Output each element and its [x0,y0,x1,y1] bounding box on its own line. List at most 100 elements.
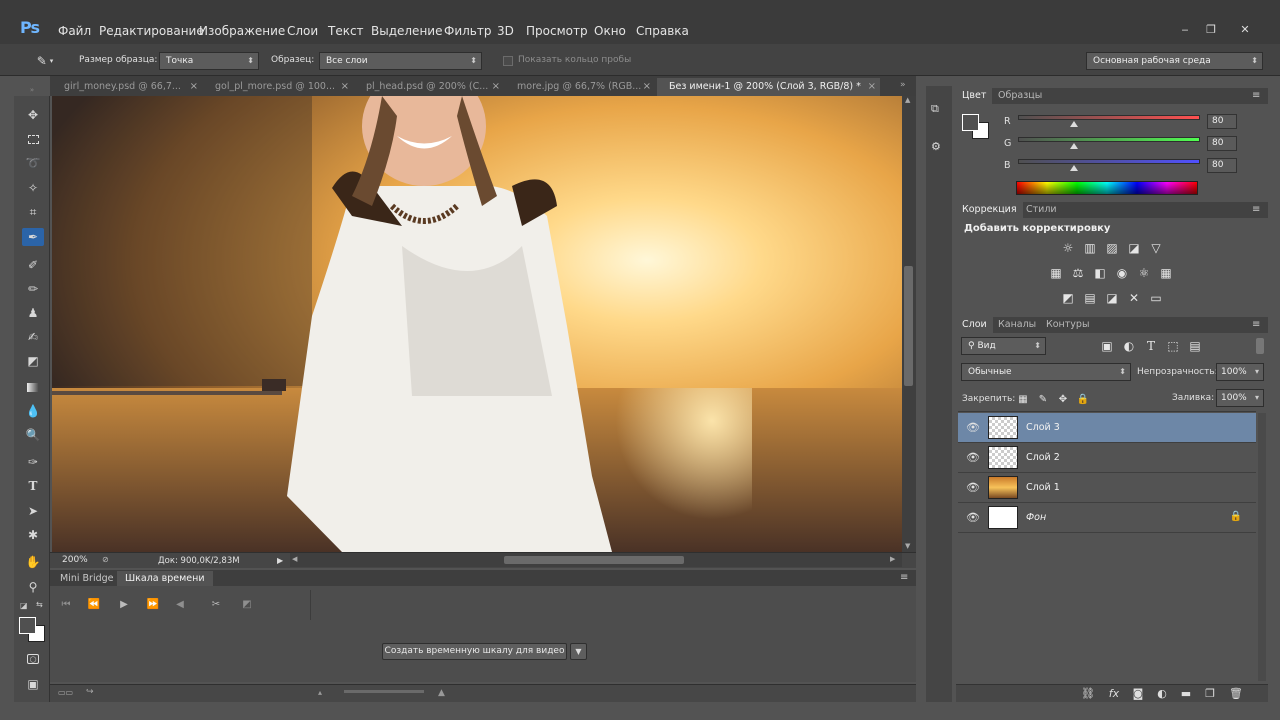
move-tool-icon[interactable]: ✥ [22,106,44,124]
menu-window[interactable]: Окно [594,24,626,38]
split-cut-icon[interactable]: ✂ [206,596,226,612]
layer-name[interactable]: Фон [1026,512,1046,523]
pen-tool-icon[interactable]: ✑ [22,453,44,471]
tab-paths[interactable]: Контуры [1040,317,1095,333]
document-canvas[interactable] [52,96,902,552]
menu-edit[interactable]: Редактирование [99,24,204,38]
photo-filter-icon[interactable]: ◉ [1114,265,1130,281]
selective-color-icon[interactable]: ✕ [1126,290,1142,306]
scroll-right-icon[interactable]: ▶ [890,555,895,563]
dodge-tool-icon[interactable]: 🔍 [22,426,44,444]
filter-type-icon[interactable]: T [1143,338,1159,354]
menu-help[interactable]: Справка [636,24,689,38]
exposure-icon[interactable]: ◪ [1126,240,1142,256]
layer-filter-dropdown[interactable]: ⚲ Вид ⬍ [961,337,1046,355]
default-colors-icon[interactable]: ◪ [20,601,28,610]
curves-icon[interactable]: ▨ [1104,240,1120,256]
sample-size-dropdown[interactable]: Точка ⬍ [159,52,259,70]
tab-channels[interactable]: Каналы [992,317,1042,333]
channel-r-value[interactable]: 80 [1207,114,1237,129]
layer-name[interactable]: Слой 3 [1026,422,1060,433]
close-tab-icon[interactable]: × [868,78,876,96]
quick-mask-icon[interactable]: ◯ [22,650,44,668]
create-video-timeline-button[interactable]: Создать временную шкалу для видео [382,643,567,660]
status-menu-icon[interactable]: ⊘ [102,555,109,564]
delete-layer-icon[interactable]: 🗑 [1228,686,1244,700]
collapse-tools-icon[interactable]: » [18,86,46,94]
path-select-tool-icon[interactable]: ➤ [22,502,44,520]
scroll-left-icon[interactable]: ◀ [292,555,297,563]
menu-image[interactable]: Изображение [199,24,285,38]
panel-fg-swatch[interactable] [962,114,979,131]
doc-tab-more[interactable]: more.jpg @ 66,7% (RGB... × [505,78,655,96]
actions-panel-icon[interactable]: ⚙ [931,140,941,153]
new-group-icon[interactable]: ▬ [1178,686,1194,700]
visibility-eye-icon[interactable]: 👁 [966,481,980,494]
marquee-tool-icon[interactable] [22,130,44,148]
zoom-in-timeline-icon[interactable]: ▲ [438,688,445,698]
fill-field[interactable]: 100% ▾ [1216,389,1264,407]
filter-pixel-icon[interactable]: ▣ [1099,338,1115,354]
restore-button[interactable]: ❐ [1198,22,1224,36]
timeline-zoom-slider[interactable] [344,690,424,693]
sample-dropdown[interactable]: Все слои ⬍ [319,52,482,70]
levels-icon[interactable]: ▥ [1082,240,1098,256]
menu-3d[interactable]: 3D [497,24,514,38]
workspace-dropdown[interactable]: Основная рабочая среда ⬍ [1086,52,1263,70]
black-white-icon[interactable]: ◧ [1092,265,1108,281]
filter-smart-object-icon[interactable]: ▤ [1187,338,1203,354]
zoom-out-timeline-icon[interactable]: ▴ [318,688,322,697]
close-tab-icon[interactable]: × [190,78,198,96]
close-tab-icon[interactable]: × [492,78,500,96]
play-icon[interactable]: ▶ [114,596,134,612]
menu-text[interactable]: Текст [328,24,364,38]
scroll-down-icon[interactable]: ▼ [905,542,910,550]
new-adjustment-icon[interactable]: ◐ [1154,686,1170,700]
doc-tab-untitled-1[interactable]: Без имени-1 @ 200% (Слой 3, RGB/8) * × [657,78,880,96]
eyedropper-preset-icon[interactable]: ✎ ▾ [34,52,56,70]
invert-icon[interactable]: ◩ [1060,290,1076,306]
go-first-frame-icon[interactable]: ⏮ [56,596,76,612]
filter-adjustment-icon[interactable]: ◐ [1121,338,1137,354]
lock-transparent-icon[interactable]: ▦ [1015,391,1031,407]
channel-b-knob[interactable] [1070,165,1079,171]
link-layers-icon[interactable]: ⛓ [1080,686,1096,700]
channel-g-value[interactable]: 80 [1207,136,1237,151]
swap-colors-icon[interactable]: ⇆ [36,600,43,609]
hand-tool-icon[interactable]: ✋ [22,553,44,571]
screen-mode-icon[interactable]: ▣ [22,675,44,693]
opacity-field[interactable]: 100% ▾ [1216,363,1264,381]
healing-brush-tool-icon[interactable]: ✐ [22,256,44,274]
foreground-color-swatch[interactable] [19,617,36,634]
crop-tool-icon[interactable]: ⌗ [22,203,44,221]
horizontal-scroll-thumb[interactable] [504,556,684,564]
eyedropper-tool-icon[interactable]: ✒ [22,228,44,246]
zoom-level[interactable]: 200% [62,555,88,565]
threshold-icon[interactable]: ◪ [1104,290,1120,306]
blur-tool-icon[interactable]: 💧 [22,402,44,420]
channel-r-knob[interactable] [1070,121,1079,127]
close-window-button[interactable]: ✕ [1232,22,1258,36]
doc-tab-gol-pl-more[interactable]: gol_pl_more.psd @ 100... × [203,78,353,96]
zoom-tool-icon[interactable]: ⚲ [22,578,44,596]
filter-shape-icon[interactable]: ⬚ [1165,338,1181,354]
lock-image-icon[interactable]: ✎ [1035,391,1051,407]
vibrance-icon[interactable]: ▽ [1148,240,1164,256]
gradient-tool-icon[interactable] [22,378,44,396]
history-panel-icon[interactable]: ⧉ [931,102,939,116]
eraser-tool-icon[interactable]: ◩ [22,352,44,370]
layer-row-1[interactable]: 👁 Слой 1 [958,473,1256,503]
transition-icon[interactable]: ◩ [237,596,257,612]
clone-stamp-tool-icon[interactable]: ♟ [22,304,44,322]
color-lookup-icon[interactable]: ▦ [1158,265,1174,281]
audio-icon[interactable]: ◀ [170,596,190,612]
menu-view[interactable]: Просмотр [526,24,588,38]
channel-g-knob[interactable] [1070,143,1079,149]
layers-scrollbar[interactable] [1258,413,1266,681]
channel-r-track[interactable] [1018,115,1200,120]
status-arrow-icon[interactable]: ▶ [277,556,283,565]
brush-tool-icon[interactable]: ✏ [22,280,44,298]
layer-row-2[interactable]: 👁 Слой 2 [958,443,1256,473]
tab-styles[interactable]: Стили [1020,202,1063,218]
close-tab-icon[interactable]: × [341,78,349,96]
